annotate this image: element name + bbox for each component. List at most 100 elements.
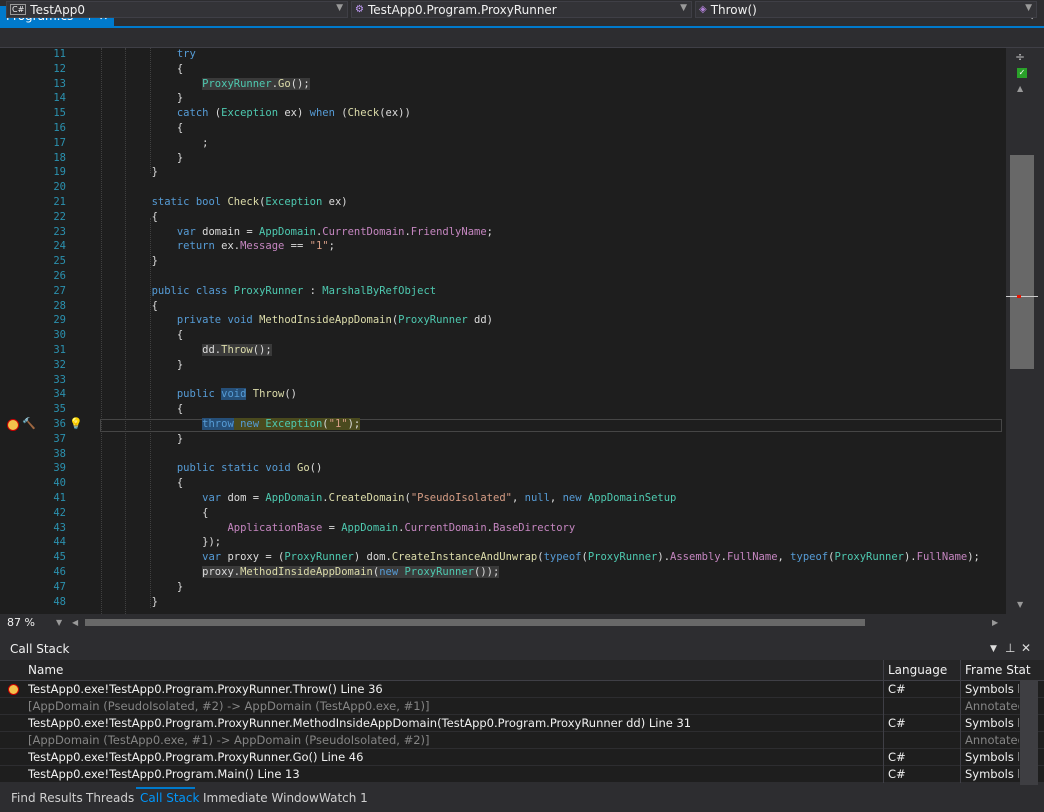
code-line: } bbox=[101, 433, 184, 445]
zoom-dropdown-icon[interactable]: ▼ bbox=[56, 618, 62, 627]
lightbulb-icon[interactable]: 💡 bbox=[69, 417, 83, 430]
indicator-margin[interactable] bbox=[0, 48, 46, 614]
current-frame-arrow-icon bbox=[8, 684, 19, 695]
call-stack-scrollbar[interactable] bbox=[1020, 680, 1038, 785]
line-number: 32 bbox=[53, 359, 66, 371]
code-line: var domain = AppDomain.CurrentDomain.Fri… bbox=[176, 226, 493, 238]
code-line: { bbox=[101, 477, 184, 489]
column-divider bbox=[883, 732, 884, 749]
frame-status: Annotated bbox=[965, 733, 1019, 747]
line-number: 36 bbox=[53, 418, 66, 430]
column-divider[interactable] bbox=[960, 660, 961, 680]
code-line: var dom = AppDomain.CreateDomain("Pseudo… bbox=[202, 492, 677, 504]
call-stack-row[interactable]: TestApp0.exe!TestApp0.Program.ProxyRunne… bbox=[0, 681, 1044, 698]
tab-call-stack[interactable]: Call Stack bbox=[140, 791, 199, 805]
line-number: 45 bbox=[53, 551, 66, 563]
project-dropdown[interactable]: C# TestApp0 ▼ bbox=[6, 1, 348, 18]
code-line: public void Throw() bbox=[176, 388, 298, 400]
code-line: { bbox=[101, 122, 184, 134]
tab-watch-1[interactable]: Watch 1 bbox=[319, 791, 368, 805]
code-line: ApplicationBase = AppDomain.CurrentDomai… bbox=[227, 522, 576, 534]
code-line: }); bbox=[101, 536, 222, 548]
tab-immediate-window[interactable]: Immediate Window bbox=[203, 791, 319, 805]
csharp-project-icon: C# bbox=[10, 4, 27, 15]
type-dropdown[interactable]: ⚙ TestApp0.Program.ProxyRunner ▼ bbox=[351, 1, 692, 18]
line-number: 39 bbox=[53, 462, 66, 474]
line-number: 24 bbox=[53, 240, 66, 252]
line-number: 16 bbox=[53, 122, 66, 134]
scroll-up-icon[interactable]: ▲ bbox=[1017, 84, 1023, 93]
line-number: 48 bbox=[53, 596, 66, 608]
call-stack-row[interactable]: TestApp0.exe!TestApp0.Program.Main() Lin… bbox=[0, 766, 1044, 783]
hammer-icon: 🔨 bbox=[22, 417, 36, 430]
line-number: 26 bbox=[53, 270, 66, 282]
split-window-icon[interactable]: ÷ bbox=[1015, 50, 1025, 64]
column-divider bbox=[960, 766, 961, 783]
column-divider bbox=[960, 732, 961, 749]
code-line: } bbox=[101, 92, 184, 104]
pin-icon[interactable]: ⊥ bbox=[1005, 641, 1015, 655]
frame-name: TestApp0.exe!TestApp0.Program.Main() Lin… bbox=[28, 767, 300, 781]
frame-language: C# bbox=[888, 716, 906, 730]
call-stack-row[interactable]: [AppDomain (TestApp0.exe, #1) -> AppDoma… bbox=[0, 732, 1044, 749]
column-divider bbox=[883, 698, 884, 715]
frame-status: Annotated bbox=[965, 699, 1019, 713]
line-number: 12 bbox=[53, 63, 66, 75]
member-dropdown[interactable]: ◈ Throw() ▼ bbox=[695, 1, 1037, 18]
frame-language: C# bbox=[888, 767, 906, 781]
line-number: 34 bbox=[53, 388, 66, 400]
horizontal-scroll-thumb[interactable] bbox=[85, 619, 865, 626]
code-line: ; bbox=[101, 137, 209, 149]
code-editor[interactable]: 🔨 💡 11 12 13 14 15 16 17 18 19 20 21 22 23 24 25 26 27 28… bbox=[0, 48, 1006, 614]
current-statement-arrow-icon[interactable] bbox=[7, 419, 19, 431]
frame-name: TestApp0.exe!TestApp0.Program.ProxyRunne… bbox=[28, 750, 364, 764]
scroll-left-icon[interactable]: ◀ bbox=[72, 618, 78, 627]
window-menu-icon[interactable]: ▼ bbox=[990, 644, 997, 654]
column-language[interactable]: Language bbox=[888, 663, 947, 677]
column-divider bbox=[883, 766, 884, 783]
column-divider[interactable] bbox=[883, 660, 884, 680]
member-label: Throw() bbox=[710, 2, 757, 17]
scroll-right-icon[interactable]: ▶ bbox=[992, 618, 998, 627]
column-frame-status[interactable]: Frame Stat bbox=[965, 663, 1031, 677]
call-stack-row[interactable]: TestApp0.exe!TestApp0.Program.ProxyRunne… bbox=[0, 715, 1044, 732]
code-line: } bbox=[101, 166, 158, 178]
code-line: } bbox=[101, 152, 184, 164]
column-divider bbox=[883, 715, 884, 732]
line-number: 44 bbox=[53, 536, 66, 548]
line-number: 43 bbox=[53, 522, 66, 534]
code-line: } bbox=[101, 359, 184, 371]
line-number: 33 bbox=[53, 374, 66, 386]
code-line: proxy.MethodInsideAppDomain(new ProxyRun… bbox=[202, 566, 500, 578]
tab-threads[interactable]: Threads bbox=[86, 791, 134, 805]
code-line: } bbox=[101, 581, 184, 593]
line-number: 40 bbox=[53, 477, 66, 489]
method-icon: ◈ bbox=[699, 4, 707, 15]
code-line: public static void Go() bbox=[176, 462, 323, 474]
code-line: } bbox=[101, 596, 158, 608]
column-divider bbox=[960, 681, 961, 698]
line-number: 38 bbox=[53, 448, 66, 460]
code-line: { bbox=[101, 403, 184, 415]
code-line: } bbox=[101, 255, 158, 267]
line-number: 23 bbox=[53, 226, 66, 238]
tab-find-results[interactable]: Find Results bbox=[11, 791, 83, 805]
column-divider bbox=[960, 749, 961, 766]
line-number: 29 bbox=[53, 314, 66, 326]
column-divider bbox=[883, 749, 884, 766]
call-stack-row[interactable]: [AppDomain (PseudoIsolated, #2) -> AppDo… bbox=[0, 698, 1044, 715]
call-stack-header bbox=[0, 640, 1044, 659]
vertical-scroll-thumb[interactable] bbox=[1010, 155, 1034, 369]
code-line: ProxyRunner.Go(); bbox=[202, 78, 310, 90]
call-stack-row[interactable]: TestApp0.exe!TestApp0.Program.ProxyRunne… bbox=[0, 749, 1044, 766]
code-line: public class ProxyRunner : MarshalByRefO… bbox=[151, 285, 437, 297]
zoom-level[interactable]: 87 % bbox=[7, 616, 35, 629]
line-number: 27 bbox=[53, 285, 66, 297]
chevron-down-icon: ▼ bbox=[680, 3, 687, 13]
close-icon[interactable]: ✕ bbox=[1021, 641, 1031, 655]
scroll-down-icon[interactable]: ▼ bbox=[1017, 600, 1023, 609]
navigation-bar bbox=[0, 28, 1044, 48]
column-name[interactable]: Name bbox=[28, 663, 63, 677]
line-number: 37 bbox=[53, 433, 66, 445]
line-number: 15 bbox=[53, 107, 66, 119]
